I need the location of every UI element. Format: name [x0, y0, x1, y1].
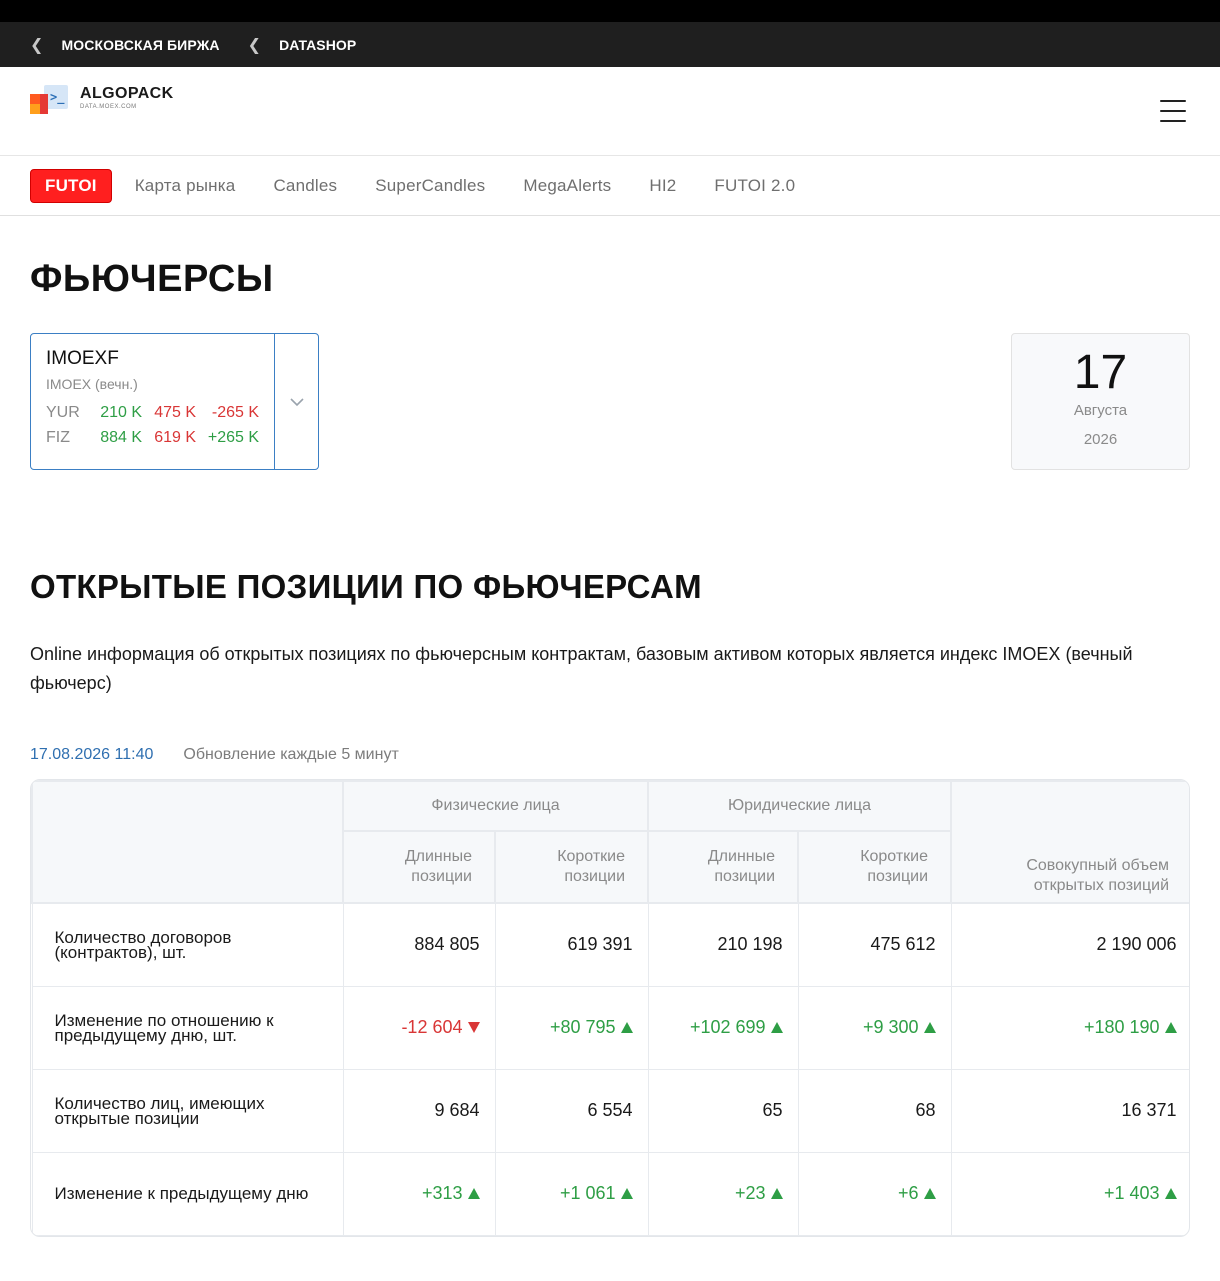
logo-subtitle: DATA.MOEX.COM — [80, 104, 137, 110]
tab-supercandles[interactable]: SuperCandles — [375, 176, 485, 196]
top-strip — [0, 0, 1220, 22]
instrument-selector[interactable]: IMOEXF IMOEX (вечн.) YUR 210 K 475 K -26… — [30, 333, 319, 470]
algopack-logo-icon: >_ — [30, 85, 70, 115]
instrument-card: IMOEXF IMOEX (вечн.) YUR 210 K 475 K -26… — [31, 334, 275, 469]
arrow-up-icon — [770, 1188, 783, 1199]
arrow-up-icon — [1164, 1022, 1177, 1033]
row-label: Изменение по отношению к предыдущему дню… — [31, 985, 344, 1070]
chevron-left-icon: ❮ — [30, 36, 44, 54]
breadcrumb-label: МОСКОВСКАЯ БИРЖА — [61, 36, 220, 53]
section-description: Online информация об открытых позициях п… — [30, 644, 1133, 693]
logo-name: ALGOPACK — [80, 85, 174, 102]
arrow-down-icon — [467, 1022, 480, 1033]
site-header: >_ ALGOPACK DATA.MOEX.COM — [0, 67, 1220, 156]
row-label: Изменение к предыдущему дню — [31, 1151, 344, 1236]
column-header-fiz-short: Короткие позиции — [493, 830, 650, 904]
arrow-up-icon — [620, 1188, 633, 1199]
table-cell: 619 391 — [494, 902, 649, 987]
table-cell: 65 — [647, 1068, 799, 1153]
table-cell: +180 190 — [950, 985, 1189, 1070]
column-header-yur-short: Короткие позиции — [797, 830, 953, 904]
table-cell: 2 190 006 — [950, 902, 1189, 987]
table-row: Изменение к предыдущему дню +313 +1 061 … — [31, 1151, 1189, 1236]
date-day: 17 — [1073, 346, 1128, 399]
group-header-fiz: Физические лица — [341, 780, 650, 832]
row-label: Количество лиц, имеющих открытые позиции — [31, 1068, 344, 1153]
table-cell: +9 300 — [797, 985, 952, 1070]
arrow-up-icon — [923, 1188, 936, 1199]
table-cell: +102 699 — [647, 985, 799, 1070]
update-info: 17.08.2026 11:40 Обновление каждые 5 мин… — [30, 746, 399, 764]
chevron-down-icon — [289, 397, 304, 406]
table-cell: +6 — [797, 1151, 952, 1236]
table-cell: 210 198 — [647, 902, 799, 987]
table-cell: 16 371 — [950, 1068, 1189, 1153]
net-value: +265 K — [207, 429, 259, 446]
arrow-up-icon — [923, 1022, 936, 1033]
table-row: Количество лиц, имеющих открытые позиции… — [31, 1068, 1189, 1153]
tab-market-map[interactable]: Карта рынка — [135, 176, 236, 196]
arrow-up-icon — [770, 1022, 783, 1033]
table-cell: 68 — [797, 1068, 952, 1153]
row-label: FIZ — [46, 429, 70, 446]
date-year: 2026 — [1083, 431, 1118, 448]
product-tabs: FUTOI Карта рынка Candles SuperCandles M… — [0, 156, 1220, 216]
table-cell: 884 805 — [342, 902, 496, 987]
arrow-up-icon — [467, 1188, 480, 1199]
algopack-logo[interactable]: >_ ALGOPACK DATA.MOEX.COM — [30, 85, 174, 115]
update-timestamp: 17.08.2026 11:40 — [30, 746, 154, 763]
page-title: ФЬЮЧЕРСЫ — [30, 258, 274, 300]
arrow-up-icon — [620, 1022, 633, 1033]
row-label: Количество договоров (контрактов), шт. — [31, 902, 344, 987]
table-row: Количество договоров (контрактов), шт. 8… — [31, 902, 1189, 987]
table-cell: 9 684 — [342, 1068, 496, 1153]
tab-futoi[interactable]: FUTOI — [30, 168, 112, 203]
table-corner — [31, 780, 344, 904]
table-cell: +313 — [342, 1151, 496, 1236]
long-value: 884 K — [100, 429, 142, 446]
table-cell: 475 612 — [797, 902, 952, 987]
instrument-row-fiz: FIZ 884 K 619 K +265 K — [46, 429, 274, 447]
breadcrumb-label: DATASHOP — [279, 36, 357, 53]
tab-megaalerts[interactable]: MegaAlerts — [523, 176, 611, 196]
row-label: YUR — [46, 404, 80, 421]
table-cell: -12 604 — [342, 985, 496, 1070]
column-header-yur-long: Длинные позиции — [647, 830, 800, 904]
instrument-name: IMOEX (вечн.) — [46, 376, 138, 392]
short-value: 475 K — [154, 404, 196, 421]
section-title: ОТКРЫТЫЕ ПОЗИЦИИ ПО ФЬЮЧЕРСАМ — [30, 568, 702, 605]
hamburger-menu-icon[interactable] — [1160, 100, 1186, 122]
instrument-dropdown-toggle[interactable] — [275, 334, 318, 469]
open-positions-table: Физические лица Юридические лица Совокуп… — [30, 779, 1190, 1237]
short-value: 619 K — [154, 429, 196, 446]
breadcrumb: ❮ МОСКОВСКАЯ БИРЖА ❮ DATASHOP — [0, 22, 1220, 67]
table-cell: +23 — [647, 1151, 799, 1236]
breadcrumb-datashop[interactable]: ❮ DATASHOP — [248, 35, 357, 55]
chevron-left-icon: ❮ — [247, 36, 262, 54]
tab-candles[interactable]: Candles — [273, 176, 337, 196]
breadcrumb-moex[interactable]: ❮ МОСКОВСКАЯ БИРЖА — [30, 35, 220, 55]
date-card[interactable]: 17 Августа 2026 — [1011, 333, 1190, 470]
column-header-total: Совокупный объем открытых позиций — [950, 780, 1189, 904]
net-value: -265 K — [211, 404, 259, 421]
table-cell: +80 795 — [494, 985, 649, 1070]
tab-futoi-2[interactable]: FUTOI 2.0 — [714, 176, 795, 196]
arrow-up-icon — [1164, 1188, 1177, 1199]
table-cell: +1 061 — [494, 1151, 649, 1236]
update-frequency: Обновление каждые 5 минут — [183, 746, 399, 763]
tab-hi2[interactable]: HI2 — [649, 176, 676, 196]
group-header-yur: Юридические лица — [647, 780, 953, 832]
table-cell: +1 403 — [950, 1151, 1189, 1236]
date-month: Августа — [1073, 402, 1128, 419]
long-value: 210 K — [100, 404, 142, 421]
instrument-row-yur: YUR 210 K 475 K -265 K — [46, 404, 274, 422]
column-header-fiz-long: Длинные позиции — [342, 830, 496, 904]
table-row: Изменение по отношению к предыдущему дню… — [31, 985, 1189, 1070]
instrument-code: IMOEXF — [46, 348, 119, 369]
table-cell: 6 554 — [494, 1068, 649, 1153]
